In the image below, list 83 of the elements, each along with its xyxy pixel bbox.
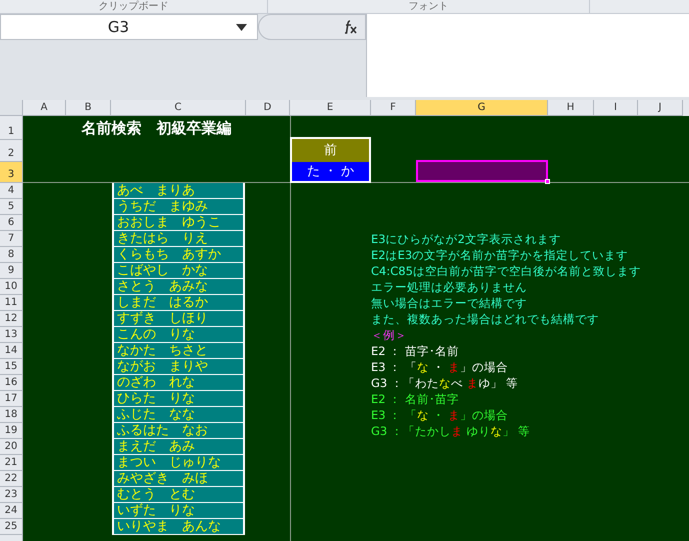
column-header[interactable]: C (111, 100, 246, 116)
table-cell: こばやし かな (114, 263, 243, 279)
note-text: エラー処理は必要ありません (371, 279, 528, 295)
dropdown-caret-icon (236, 24, 247, 30)
column-header[interactable]: G (416, 100, 548, 116)
table-cell: むとう とむ (114, 487, 243, 503)
row-header[interactable]: 6 (0, 215, 23, 231)
ribbon-group-label: クリップボード (0, 0, 268, 13)
table-cell: おおしま ゆうこ (114, 215, 243, 231)
note-text: G3 ：「たかし ま ゆり な」 等 (371, 423, 532, 439)
column-header[interactable]: B (66, 100, 111, 116)
row-header[interactable]: 15 (0, 359, 23, 375)
row-header[interactable]: 5 (0, 199, 23, 215)
table-cell: きたはら りえ (114, 231, 243, 247)
selected-cell[interactable] (416, 160, 548, 182)
note-text: C4:C85は空白前が苗字で空白後が名前と致します (371, 263, 642, 279)
select-all-corner[interactable] (0, 100, 23, 116)
table-cell: しまだ はるか (114, 295, 243, 311)
row-header[interactable]: 9 (0, 263, 23, 279)
column-header[interactable]: D (246, 100, 290, 116)
row-header[interactable]: 17 (0, 391, 23, 407)
column-header[interactable]: E (290, 100, 371, 116)
row-header[interactable]: 23 (0, 487, 23, 503)
row-header[interactable]: 25 (0, 519, 23, 535)
row-header[interactable]: 21 (0, 455, 23, 471)
table-cell: のざわ れな (114, 375, 243, 391)
cell-reference: G3 (106, 16, 130, 38)
ribbon-group-label: フォント (268, 0, 590, 13)
note-text: E2はE3の文字が名前か苗字かを指定しています (371, 247, 630, 263)
column-header[interactable]: I (594, 100, 638, 116)
row-header[interactable]: 8 (0, 247, 23, 263)
table-cell: さとう あみな (114, 279, 243, 295)
note-text: E2 ： 苗字･名前 (371, 343, 460, 359)
note-text: E2 ： 名前･苗字 (371, 391, 460, 407)
row-header[interactable]: 18 (0, 407, 23, 423)
table-cell: た ・ か (290, 162, 371, 183)
row-header[interactable]: 10 (0, 279, 23, 295)
table-cell: うちだ まゆみ (114, 199, 243, 215)
note-text: 無い場合はエラーで結構です (371, 295, 528, 311)
table-cell: くらもち あすか (114, 247, 243, 263)
row-header[interactable]: 22 (0, 471, 23, 487)
column-header[interactable]: H (548, 100, 594, 116)
table-cell: こんの りな (114, 327, 243, 343)
table-cell: いずた りな (114, 503, 243, 519)
table-cell: まえだ あみ (114, 439, 243, 455)
table-cell: ながお まりや (114, 359, 243, 375)
note-text: E3 ： 「な ・ ま」の場合 (371, 407, 510, 423)
table-cell: 前 (290, 137, 371, 162)
row-header[interactable]: 14 (0, 343, 23, 359)
table-cell: ふるはた なお (114, 423, 243, 439)
table-cell: あべ まりあ (114, 183, 243, 199)
column-header[interactable]: F (371, 100, 416, 116)
note-text: ＜例＞ (371, 327, 408, 343)
fill-handle[interactable] (545, 179, 550, 184)
row-header[interactable]: 2 (0, 140, 23, 162)
row-header[interactable]: 19 (0, 423, 23, 439)
row-header[interactable]: 4 (0, 183, 23, 199)
name-box[interactable]: G3 (0, 14, 258, 40)
table-cell: なかた ちさと (114, 343, 243, 359)
table-cell: すずき しほり (114, 311, 243, 327)
row-header[interactable]: 13 (0, 327, 23, 343)
row-header[interactable]: 7 (0, 231, 23, 247)
table-cell: ひらた りな (114, 391, 243, 407)
row-header[interactable]: 20 (0, 439, 23, 455)
column-header[interactable]: A (23, 100, 66, 116)
table-cell: ふじた なな (114, 407, 243, 423)
table-cell: まつい じゅりな (114, 455, 243, 471)
note-text: G3 ：「わたなべ ま ゆ」 等 (371, 375, 520, 391)
insert-function-icon[interactable] (343, 20, 359, 34)
note-text: E3 ： 「な ・ ま」の場合 (371, 359, 510, 375)
note-text: また、複数あった場合はどれでも結構です (371, 311, 600, 327)
note-text: E3にひらがなが2文字表示されます (371, 231, 562, 247)
row-header[interactable]: 3 (0, 162, 23, 183)
sheet-title: 名前検索 初級卒業編 (80, 118, 232, 139)
row-header[interactable]: 16 (0, 375, 23, 391)
column-header[interactable]: J (638, 100, 683, 116)
formula-input[interactable] (366, 14, 689, 97)
row-header[interactable]: 11 (0, 295, 23, 311)
row-header[interactable]: 12 (0, 311, 23, 327)
row-header[interactable]: 1 (0, 116, 23, 140)
row-header[interactable]: 24 (0, 503, 23, 519)
table-cell: みやざき みほ (114, 471, 243, 487)
table-cell: いりやま あんな (114, 519, 243, 535)
